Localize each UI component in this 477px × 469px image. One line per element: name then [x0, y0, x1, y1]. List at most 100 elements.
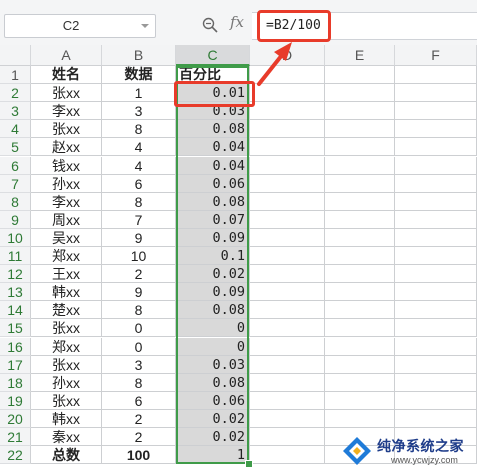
row-header[interactable]: 15: [0, 319, 31, 338]
cell-empty[interactable]: [395, 192, 477, 211]
cell-a[interactable]: 郑xx: [31, 337, 102, 356]
column-header-b[interactable]: B: [102, 45, 176, 66]
column-header-e[interactable]: E: [325, 45, 395, 66]
cell-a[interactable]: 姓名: [31, 66, 102, 85]
fill-handle[interactable]: [245, 460, 253, 468]
cell-empty[interactable]: [250, 283, 325, 302]
cell-empty[interactable]: [395, 337, 477, 356]
row-header[interactable]: 21: [0, 428, 31, 447]
cell-empty[interactable]: [250, 174, 325, 193]
cell-a[interactable]: 秦xx: [31, 428, 102, 447]
cell-empty[interactable]: [325, 391, 395, 410]
cell-empty[interactable]: [395, 156, 477, 175]
cell-b[interactable]: 2: [102, 409, 176, 428]
cell-empty[interactable]: [395, 247, 477, 266]
cell-empty[interactable]: [250, 247, 325, 266]
cell-c[interactable]: 0.07: [176, 210, 250, 229]
cell-c[interactable]: 0.1: [176, 247, 250, 266]
cell-b[interactable]: 3: [102, 355, 176, 374]
cell-b[interactable]: 6: [102, 391, 176, 410]
cell-c[interactable]: 百分比: [176, 66, 250, 85]
cell-a[interactable]: 张xx: [31, 391, 102, 410]
chevron-down-icon[interactable]: [141, 24, 149, 28]
cell-empty[interactable]: [250, 210, 325, 229]
cell-b[interactable]: 7: [102, 210, 176, 229]
cell-c[interactable]: 0.08: [176, 301, 250, 320]
cell-empty[interactable]: [250, 66, 325, 85]
row-header[interactable]: 20: [0, 409, 31, 428]
cell-empty[interactable]: [395, 84, 477, 103]
cell-empty[interactable]: [325, 283, 395, 302]
cell-c[interactable]: 0.02: [176, 409, 250, 428]
row-header[interactable]: 5: [0, 138, 31, 157]
cell-empty[interactable]: [395, 319, 477, 338]
cell-c[interactable]: 0.09: [176, 283, 250, 302]
cell-b[interactable]: 1: [102, 84, 176, 103]
cell-empty[interactable]: [395, 138, 477, 157]
cell-empty[interactable]: [395, 391, 477, 410]
cell-empty[interactable]: [395, 102, 477, 121]
cell-c[interactable]: 0.03: [176, 102, 250, 121]
cell-b[interactable]: 2: [102, 428, 176, 447]
cell-a[interactable]: 孙xx: [31, 373, 102, 392]
cell-b[interactable]: 10: [102, 247, 176, 266]
cell-a[interactable]: 吴xx: [31, 228, 102, 247]
cell-empty[interactable]: [325, 192, 395, 211]
cell-b[interactable]: 8: [102, 120, 176, 139]
cell-empty[interactable]: [250, 428, 325, 447]
cell-empty[interactable]: [250, 228, 325, 247]
name-box[interactable]: C2: [4, 14, 156, 38]
cell-empty[interactable]: [395, 120, 477, 139]
cell-b[interactable]: 数据: [102, 66, 176, 85]
cell-c[interactable]: 0.09: [176, 228, 250, 247]
cell-empty[interactable]: [250, 373, 325, 392]
cell-empty[interactable]: [325, 373, 395, 392]
cell-a[interactable]: 韩xx: [31, 283, 102, 302]
cell-empty[interactable]: [325, 355, 395, 374]
row-header[interactable]: 19: [0, 391, 31, 410]
cell-c[interactable]: 1: [176, 446, 250, 465]
cell-empty[interactable]: [325, 301, 395, 320]
row-header[interactable]: 1: [0, 66, 31, 85]
cell-empty[interactable]: [325, 337, 395, 356]
cell-empty[interactable]: [250, 319, 325, 338]
cell-c[interactable]: 0: [176, 319, 250, 338]
cell-b[interactable]: 6: [102, 174, 176, 193]
cell-b[interactable]: 4: [102, 138, 176, 157]
column-header-c[interactable]: C: [176, 45, 250, 66]
cell-a[interactable]: 张xx: [31, 319, 102, 338]
cell-b[interactable]: 3: [102, 102, 176, 121]
cell-empty[interactable]: [250, 156, 325, 175]
row-header[interactable]: 4: [0, 120, 31, 139]
row-header[interactable]: 16: [0, 337, 31, 356]
cell-empty[interactable]: [250, 337, 325, 356]
cell-a[interactable]: 张xx: [31, 84, 102, 103]
cell-a[interactable]: 周xx: [31, 210, 102, 229]
row-header[interactable]: 8: [0, 192, 31, 211]
cell-a[interactable]: 韩xx: [31, 409, 102, 428]
cell-c[interactable]: 0.04: [176, 156, 250, 175]
cell-empty[interactable]: [325, 265, 395, 284]
cell-empty[interactable]: [395, 265, 477, 284]
cell-a[interactable]: 孙xx: [31, 174, 102, 193]
cell-a[interactable]: 李xx: [31, 102, 102, 121]
cell-empty[interactable]: [325, 409, 395, 428]
cell-a[interactable]: 张xx: [31, 120, 102, 139]
cell-empty[interactable]: [325, 102, 395, 121]
cell-b[interactable]: 8: [102, 301, 176, 320]
cell-a[interactable]: 楚xx: [31, 301, 102, 320]
row-header[interactable]: 2: [0, 84, 31, 103]
row-header[interactable]: 12: [0, 265, 31, 284]
cell-empty[interactable]: [250, 265, 325, 284]
row-header[interactable]: 9: [0, 210, 31, 229]
cell-c[interactable]: 0.08: [176, 192, 250, 211]
cell-empty[interactable]: [395, 409, 477, 428]
cell-empty[interactable]: [325, 174, 395, 193]
cell-empty[interactable]: [325, 228, 395, 247]
cell-empty[interactable]: [250, 138, 325, 157]
column-header-d[interactable]: D: [250, 45, 325, 66]
cell-empty[interactable]: [325, 247, 395, 266]
select-all-corner[interactable]: [0, 45, 31, 66]
cell-a[interactable]: 钱xx: [31, 156, 102, 175]
cell-c[interactable]: 0.01: [176, 84, 250, 103]
